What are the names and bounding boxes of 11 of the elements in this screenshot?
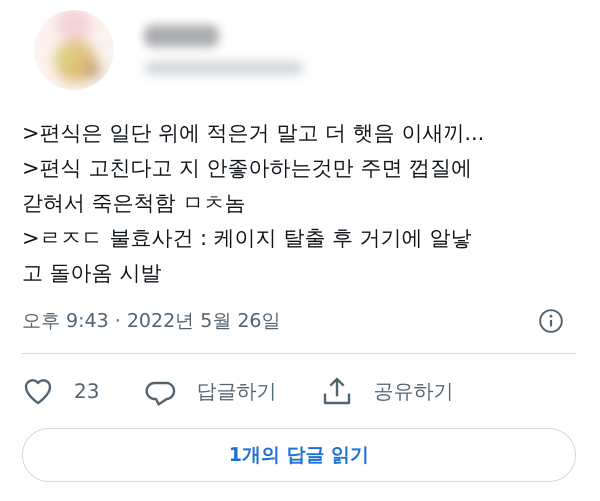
action-label[interactable]: 공유하기 [373,378,454,404]
tweet-text-line: >편식은 일단 위에 적은거 말고 더 햇음 이새끼... [22,120,486,147]
tweet-text-line: 고 돌아옴 시발 [22,260,162,287]
tweet-text-line: >ㄹㅈㄷ 불효사건 : 케이지 탈출 후 거기에 알낳 [22,225,472,252]
read-replies-button[interactable]: 1개의 답글 읽기 [22,428,576,482]
like-count: 23 [74,379,100,403]
tweet-text-line: >편식 고친다고 지 안좋아하는것만 주면 껍질에 [22,155,473,182]
info-icon[interactable] [538,308,564,334]
timestamp: 오후 9:43 · 2022년 5월 26일 [22,309,281,334]
action-label[interactable]: 답글하기 [196,378,276,404]
tweet-text-line: 갇혀서 죽은척함 ㅁㅊ놈 [22,190,246,217]
